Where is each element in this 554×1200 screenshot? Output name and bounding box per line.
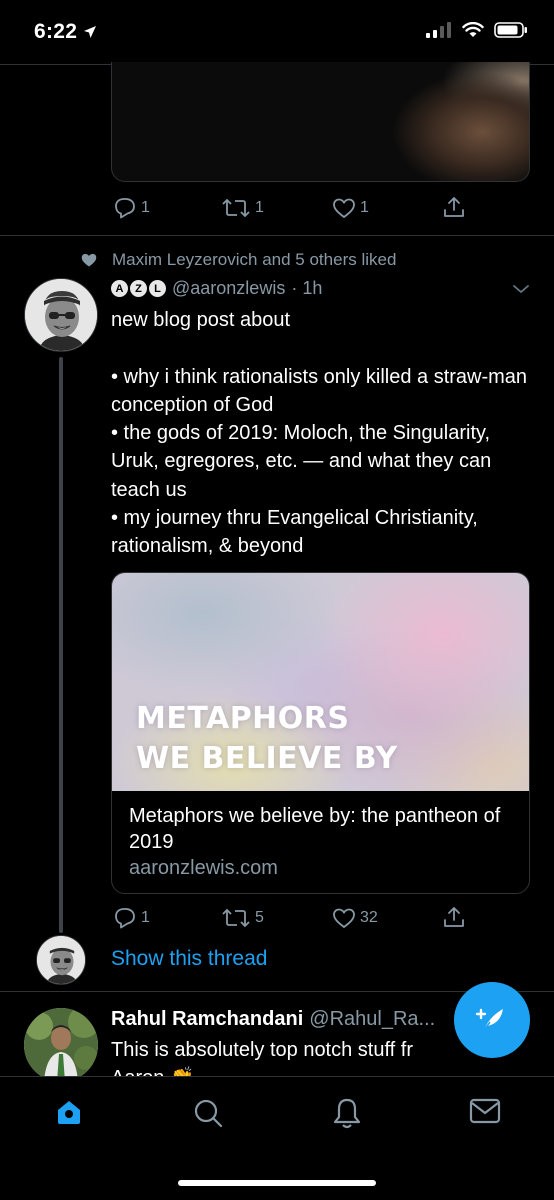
tweet-handle[interactable]: @aaronzlewis: [172, 278, 285, 299]
heart-icon: [333, 198, 355, 219]
tweet-text: new blog post about • why i think ration…: [111, 309, 528, 558]
reply-display-name[interactable]: Rahul Ramchandani: [111, 1008, 303, 1031]
retweet-button[interactable]: 5: [221, 907, 264, 929]
notifications-icon: [333, 1098, 361, 1129]
previous-tweet-image[interactable]: [111, 62, 530, 182]
reply-avatar[interactable]: [24, 1008, 98, 1082]
reply-handle[interactable]: @Rahul_Ra...: [309, 1008, 435, 1031]
status-indicators: [426, 22, 528, 38]
memoji-avatar-icon: [37, 936, 85, 984]
compose-feather-icon: [475, 1008, 503, 1031]
social-context-text: Maxim Leyzerovich and 5 others liked: [112, 250, 397, 269]
reply-icon: [115, 198, 135, 219]
avatar[interactable]: [24, 278, 98, 352]
profile-photo-icon: [24, 1008, 98, 1082]
location-arrow-icon: [84, 26, 97, 39]
link-card-domain: aaronzlewis.com: [129, 857, 278, 879]
like-button[interactable]: 32: [332, 907, 378, 929]
badge-l: L: [149, 280, 166, 297]
social-context[interactable]: Maxim Leyzerovich and 5 others liked: [80, 250, 396, 270]
tab-search[interactable]: [192, 1097, 224, 1134]
link-card-image: METAPHORS WE BELIEVE BY: [112, 573, 529, 791]
reply-button[interactable]: 1: [113, 907, 150, 929]
tweet-time: · 1h: [291, 278, 323, 298]
badge-a: A: [111, 280, 128, 297]
show-thread-link[interactable]: Show this thread: [111, 947, 267, 971]
reply-header: Rahul Ramchandani @Rahul_Ra...: [111, 1008, 435, 1031]
home-icon: [58, 1101, 80, 1124]
reply-icon: [115, 908, 135, 929]
cellular-signal-icon: [426, 22, 451, 38]
search-icon: [194, 1099, 223, 1128]
retweet-button[interactable]: 1: [221, 197, 264, 219]
status-time: 6:22: [34, 20, 97, 44]
like-count: 1: [360, 199, 369, 216]
compose-tweet-button[interactable]: [454, 982, 530, 1058]
badge-z: Z: [130, 280, 147, 297]
share-button[interactable]: [442, 905, 466, 929]
reply-button[interactable]: 1: [113, 197, 150, 219]
tab-notifications[interactable]: [332, 1097, 362, 1134]
thread-connector: [59, 357, 63, 933]
share-icon: [444, 907, 464, 927]
home-indicator[interactable]: [178, 1180, 376, 1186]
thread-avatar[interactable]: [36, 935, 86, 985]
like-count: 32: [360, 909, 378, 926]
reply-count: 1: [141, 199, 150, 216]
like-button[interactable]: 1: [332, 197, 369, 219]
battery-icon: [494, 22, 527, 38]
tweet-header: A Z L @aaronzlewis · 1h: [111, 278, 322, 299]
heart-icon: [333, 908, 355, 929]
retweet-count: 5: [255, 909, 264, 926]
retweet-icon: [222, 908, 250, 928]
wifi-icon: [462, 22, 484, 37]
name-emoji-badges: A Z L: [111, 280, 166, 297]
link-card[interactable]: METAPHORS WE BELIEVE BY Metaphors we bel…: [111, 572, 530, 894]
retweet-count: 1: [255, 199, 264, 216]
memoji-avatar-icon: [25, 279, 97, 351]
retweet-icon: [222, 198, 250, 218]
link-card-title: Metaphors we believe by: the pantheon of…: [129, 805, 501, 853]
card-image-title: METAPHORS WE BELIEVE BY: [136, 701, 398, 776]
tweet-menu-button[interactable]: [512, 282, 530, 300]
reply-count: 1: [141, 909, 150, 926]
share-icon: [444, 197, 464, 217]
messages-icon: [469, 1098, 501, 1124]
share-button[interactable]: [442, 195, 466, 219]
tab-home[interactable]: [54, 1097, 84, 1132]
heart-filled-icon: [81, 253, 97, 267]
tab-messages[interactable]: [469, 1097, 501, 1130]
chevron-down-icon: [513, 285, 529, 294]
divider: [0, 235, 554, 236]
